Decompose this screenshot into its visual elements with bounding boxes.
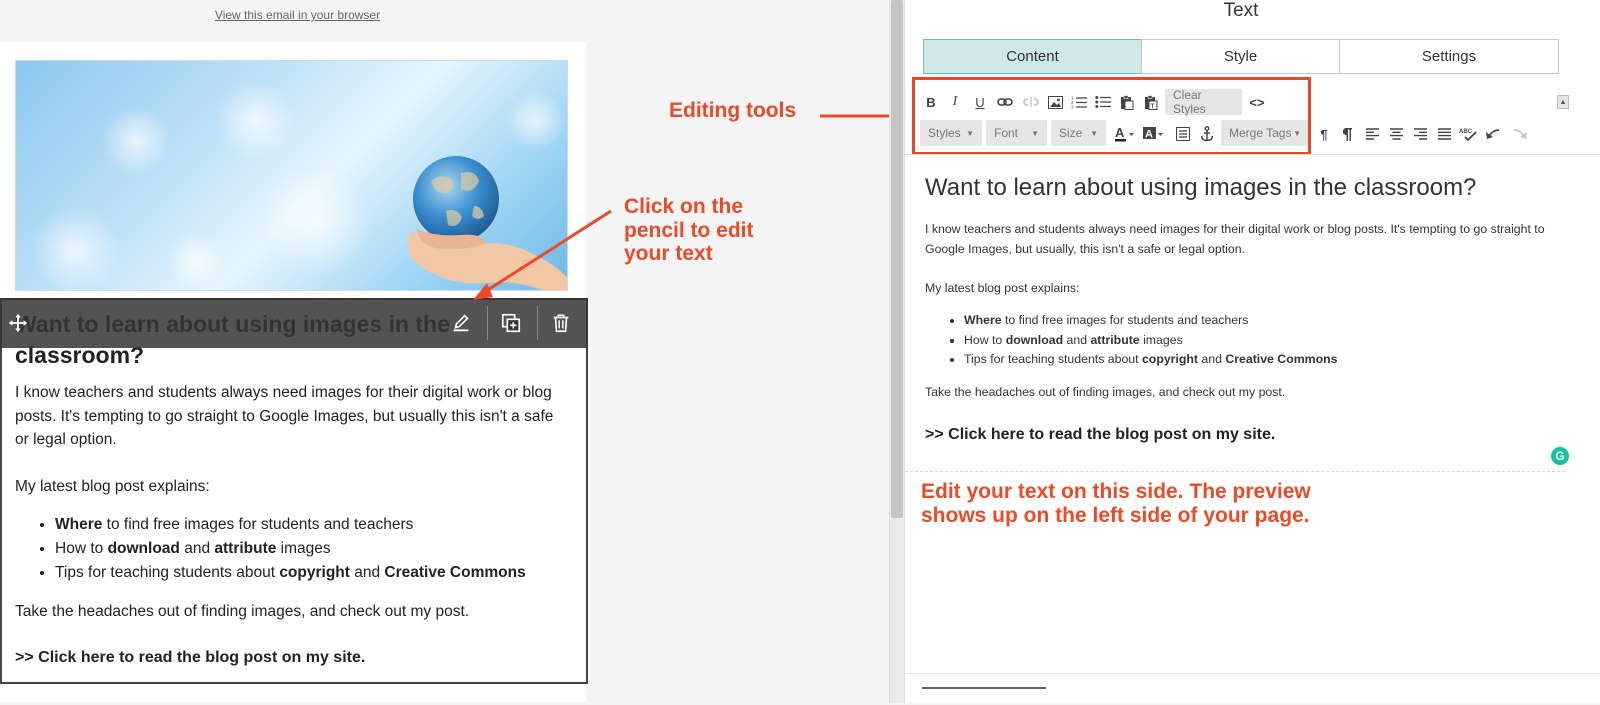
- align-center-icon[interactable]: [1385, 120, 1407, 148]
- align-left-icon[interactable]: [1361, 120, 1383, 148]
- paragraph-rtl-icon[interactable]: [1337, 120, 1359, 148]
- scrollbar-thumb[interactable]: [891, 0, 903, 518]
- tab-content[interactable]: Content: [923, 39, 1142, 74]
- footer-button[interactable]: [922, 687, 1046, 705]
- tab-settings[interactable]: Settings: [1339, 39, 1559, 74]
- annotation-editing-tools: Editing tools: [669, 99, 797, 122]
- annotation-pencil: Click on the pencil to edit your text: [624, 195, 754, 265]
- panel-title: Text: [1223, 0, 1259, 21]
- list-item: Tips for teaching students about copyrig…: [55, 561, 526, 585]
- block-toolbar: [0, 298, 588, 348]
- grammarly-icon[interactable]: G: [1551, 447, 1569, 465]
- editor-cta-link[interactable]: >> Click here to read the blog post on m…: [925, 426, 1275, 444]
- preview-cta-link[interactable]: >> Click here to read the blog post on m…: [15, 649, 365, 667]
- align-right-icon[interactable]: [1409, 120, 1431, 148]
- pencil-icon[interactable]: [438, 298, 484, 348]
- editor-closing[interactable]: Take the headaches out of finding images…: [925, 382, 1560, 402]
- editor-intro[interactable]: I know teachers and students always need…: [925, 219, 1560, 259]
- move-icon[interactable]: [0, 298, 41, 348]
- duplicate-icon[interactable]: [488, 298, 534, 348]
- list-item[interactable]: Where to find free images for students a…: [964, 311, 1337, 331]
- list-item[interactable]: How to download and attribute images: [964, 331, 1337, 351]
- preview-explains: My latest blog post explains:: [15, 478, 210, 495]
- editor-heading[interactable]: Want to learn about using images in the …: [925, 174, 1476, 202]
- editor-content-boundary: [905, 471, 1565, 472]
- editor-bullet-list[interactable]: Where to find free images for students a…: [925, 311, 1337, 370]
- annotation-edit-side: Edit your text on this side. The preview…: [921, 480, 1311, 527]
- paragraph-ltr-icon[interactable]: ¶: [1313, 120, 1335, 148]
- tab-style[interactable]: Style: [1141, 39, 1340, 74]
- toolbar-divider-line: [905, 154, 1600, 155]
- preview-bullet-list: Where to find free images for students a…: [15, 513, 526, 585]
- editor-explains[interactable]: My latest blog post explains:: [925, 278, 1560, 298]
- redo-icon[interactable]: [1509, 120, 1531, 148]
- undo-icon[interactable]: [1481, 120, 1503, 148]
- list-item[interactable]: Tips for teaching students about copyrig…: [964, 350, 1337, 370]
- list-item: How to download and attribute images: [55, 537, 526, 561]
- preview-intro: I know teachers and students always need…: [15, 384, 554, 448]
- trash-icon[interactable]: [538, 298, 584, 348]
- view-in-browser-link[interactable]: View this email in your browser: [0, 8, 595, 22]
- align-justify-icon[interactable]: [1433, 120, 1455, 148]
- annotation-arrow-pencil: [473, 209, 612, 300]
- list-item: Where to find free images for students a…: [55, 513, 526, 537]
- editor-footer-divider: [905, 673, 1600, 674]
- editing-tools-highlight: [912, 77, 1311, 155]
- spellcheck-icon[interactable]: ABC: [1457, 120, 1479, 148]
- svg-text:ABC: ABC: [1459, 129, 1473, 135]
- preview-closing: Take the headaches out of finding images…: [15, 603, 470, 620]
